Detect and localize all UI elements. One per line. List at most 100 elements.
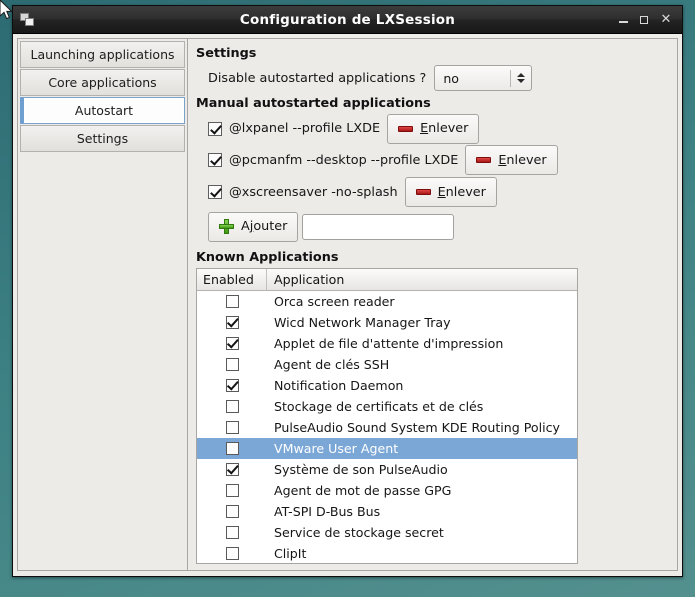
known-application-row[interactable]: PulseAudio Sound System KDE Routing Poli…: [197, 417, 577, 438]
window-body: Launching applications Core applications…: [13, 34, 682, 576]
manual-entry-checkbox[interactable]: [208, 121, 222, 136]
remove-entry-label: Enlever: [437, 184, 486, 200]
chevron-updown-icon: [511, 73, 531, 83]
remove-entry-button[interactable]: Enlever: [387, 113, 480, 144]
add-entry-button[interactable]: Ajouter: [208, 211, 299, 242]
known-applications-list: Enabled Application Orca screen reader Wi…: [196, 267, 578, 564]
manual-autostart-heading: Manual autostarted applications: [196, 96, 431, 111]
remove-entry-label: Enlever: [420, 121, 469, 137]
row-enabled-cell: [197, 336, 267, 350]
row-enabled-cell: [197, 441, 267, 455]
known-application-row[interactable]: AT-SPI D-Bus Bus: [197, 501, 577, 522]
manual-autostart-row: @lxpanel --profile LXDE Enlever: [208, 113, 669, 145]
known-application-row[interactable]: Wicd Network Manager Tray: [197, 312, 577, 333]
manual-autostart-row: @pcmanfm --desktop --profile LXDE Enleve…: [208, 145, 669, 177]
enabled-checkbox[interactable]: [225, 525, 239, 539]
enabled-checkbox[interactable]: [225, 315, 239, 329]
column-header-application[interactable]: Application: [267, 269, 577, 290]
application-name: VMware User Agent: [274, 440, 399, 456]
maximize-button[interactable]: [639, 15, 651, 25]
enabled-checkbox[interactable]: [225, 462, 239, 476]
enabled-checkbox[interactable]: [225, 504, 239, 518]
known-application-row[interactable]: Stockage de certificats et de clés: [197, 396, 577, 417]
manual-entry-label: @xscreensaver -no-splash: [229, 184, 398, 200]
sidebar-nav: Launching applications Core applications…: [17, 38, 187, 571]
known-application-row[interactable]: Système de son PulseAudio: [197, 459, 577, 480]
enabled-checkbox[interactable]: [225, 357, 239, 371]
enabled-checkbox[interactable]: [225, 441, 239, 455]
enabled-checkbox[interactable]: [225, 546, 239, 560]
application-name: Service de stockage secret: [274, 524, 444, 540]
main-panel: Settings Disable autostarted application…: [187, 38, 678, 571]
known-application-row[interactable]: Notification Daemon: [197, 375, 577, 396]
sidebar-item-settings[interactable]: Settings: [20, 125, 185, 152]
disable-autostart-row: Disable autostarted applications ? no: [208, 65, 669, 91]
sidebar-item-label: Autostart: [74, 103, 134, 118]
column-header-enabled[interactable]: Enabled: [197, 268, 267, 290]
disable-autostart-select[interactable]: no: [434, 65, 533, 91]
application-name: Agent de mot de passe GPG: [274, 482, 452, 498]
sidebar-item-label: Launching applications: [30, 47, 175, 62]
known-application-row[interactable]: Agent de mot de passe GPG: [197, 480, 577, 501]
sidebar-item-core-applications[interactable]: Core applications: [20, 69, 185, 96]
close-button[interactable]: ✕: [660, 13, 672, 26]
row-enabled-cell: [197, 546, 267, 560]
known-application-row[interactable]: Service de stockage secret: [197, 522, 577, 543]
application-name: Notification Daemon: [274, 377, 404, 393]
application-name: Wicd Network Manager Tray: [274, 314, 451, 330]
application-name: Applet de file d'attente d'impression: [274, 335, 504, 351]
application-name: AT-SPI D-Bus Bus: [274, 503, 381, 519]
window-title: Configuration de LXSession: [239, 11, 456, 28]
sidebar-item-label: Core applications: [48, 75, 157, 90]
enabled-checkbox[interactable]: [225, 378, 239, 392]
application-name: Orca screen reader: [274, 293, 395, 309]
enabled-checkbox[interactable]: [225, 294, 239, 308]
row-enabled-cell: [197, 462, 267, 476]
minus-icon: [398, 125, 414, 132]
application-name: Système de son PulseAudio: [274, 461, 448, 477]
known-application-row[interactable]: ClipIt: [197, 543, 577, 563]
remove-entry-label: Enlever: [498, 152, 547, 168]
row-enabled-cell: [197, 525, 267, 539]
row-enabled-cell: [197, 504, 267, 518]
enabled-checkbox[interactable]: [225, 420, 239, 434]
application-name: PulseAudio Sound System KDE Routing Poli…: [274, 419, 561, 435]
enabled-checkbox[interactable]: [225, 399, 239, 413]
known-applications-header: Enabled Application: [197, 268, 577, 291]
disable-autostart-label: Disable autostarted applications ?: [208, 70, 427, 86]
known-applications-heading: Known Applications: [196, 249, 339, 265]
remove-entry-button[interactable]: Enlever: [465, 145, 558, 176]
row-enabled-cell: [197, 315, 267, 329]
sidebar-item-launching-applications[interactable]: Launching applications: [20, 41, 185, 68]
row-enabled-cell: [197, 378, 267, 392]
manual-entry-checkbox[interactable]: [208, 153, 222, 168]
sidebar-item-label: Settings: [76, 131, 129, 146]
add-entry-row: Ajouter: [208, 211, 669, 242]
add-entry-input[interactable]: [302, 213, 455, 240]
manual-autostart-row: @xscreensaver -no-splash Enlever: [208, 176, 669, 208]
known-application-row[interactable]: Applet de file d'attente d'impression: [197, 333, 577, 354]
plus-icon: [219, 219, 234, 235]
disable-autostart-value: no: [443, 70, 460, 86]
known-application-row[interactable]: Orca screen reader: [197, 291, 577, 312]
row-enabled-cell: [197, 420, 267, 434]
sidebar-item-autostart[interactable]: Autostart: [20, 97, 185, 124]
manual-entry-label: @lxpanel --profile LXDE: [229, 121, 381, 137]
application-name: Agent de clés SSH: [274, 356, 390, 372]
known-applications-rows: Orca screen reader Wicd Network Manager T…: [197, 291, 577, 563]
application-name: ClipIt: [274, 545, 307, 561]
manual-entry-checkbox[interactable]: [208, 185, 222, 200]
window-controls: ✕: [618, 13, 682, 26]
application-name: Stockage de certificats et de clés: [274, 398, 484, 414]
enabled-checkbox[interactable]: [225, 336, 239, 350]
settings-heading: Settings: [196, 46, 257, 61]
known-application-row[interactable]: VMware User Agent: [197, 437, 577, 459]
enabled-checkbox[interactable]: [225, 483, 239, 497]
known-application-row[interactable]: Agent de clés SSH: [197, 354, 577, 375]
row-enabled-cell: [197, 399, 267, 413]
manual-entry-label: @pcmanfm --desktop --profile LXDE: [229, 152, 459, 168]
minimize-button[interactable]: [618, 15, 630, 25]
window-titlebar: Configuration de LXSession ✕: [13, 6, 682, 34]
row-enabled-cell: [197, 294, 267, 308]
remove-entry-button[interactable]: Enlever: [404, 177, 497, 208]
